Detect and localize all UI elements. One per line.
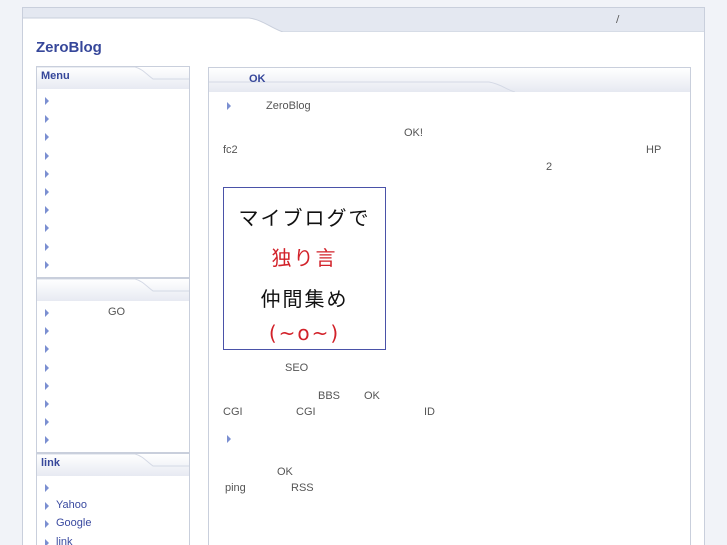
article-header-tab-shape — [209, 81, 516, 92]
arrow-right-icon — [45, 345, 49, 354]
article-number-text: 2 — [546, 161, 553, 173]
arrow-right-icon — [45, 363, 49, 372]
sidebar-menu-item[interactable] — [37, 218, 189, 236]
sidebar-menu-item[interactable] — [37, 237, 189, 255]
banner-line-1: マイブログで — [238, 206, 371, 230]
arrow-right-icon — [45, 418, 49, 427]
sidebar-link-item-google[interactable]: Google — [37, 514, 189, 532]
site-title[interactable]: ZeroBlog — [36, 39, 102, 56]
arrow-right-icon — [45, 187, 49, 196]
sidebar-menu-title: Menu — [41, 70, 70, 82]
arrow-right-icon — [45, 502, 49, 511]
article-hp-text: HP — [646, 144, 662, 156]
arrow-right-icon — [45, 115, 49, 124]
arrow-right-icon — [45, 309, 49, 317]
sidebar-menu-list — [37, 89, 189, 273]
article-brand-text: ZeroBlog — [266, 100, 311, 112]
banner-line-3: 仲間集め — [260, 287, 349, 311]
arrow-right-icon — [45, 224, 49, 233]
article-cgi-text: CGI — [223, 406, 243, 418]
article-rss-text: RSS — [291, 482, 314, 494]
top-bar-separator: / — [616, 14, 620, 25]
sidebar-header-tab-shape — [37, 279, 189, 292]
sidebar-second-header — [37, 279, 189, 301]
sidebar-second-box: GO — [36, 278, 190, 453]
article-title[interactable]: OK — [249, 73, 266, 85]
article-header: OK — [209, 68, 690, 92]
article-ok-text-3: OK — [277, 466, 293, 478]
sidebar-link-item-label: link — [56, 535, 73, 545]
sidebar-second-item[interactable] — [37, 430, 189, 448]
article-ping-text: ping — [225, 482, 246, 494]
arrow-right-icon — [45, 260, 49, 269]
sidebar-menu-item[interactable] — [37, 146, 189, 164]
sidebar-second-item[interactable] — [37, 358, 189, 376]
sidebar-menu-item[interactable] — [37, 127, 189, 145]
sidebar-menu-box: Menu — [36, 66, 190, 278]
sidebar-menu-item[interactable] — [37, 255, 189, 273]
arrow-right-icon — [45, 436, 49, 445]
top-bar: / — [23, 8, 704, 32]
sidebar-link-box: link Yahoo Google link — [36, 453, 190, 545]
article-fc2-text: fc2 — [223, 144, 238, 156]
arrow-right-icon — [45, 169, 49, 178]
sidebar-menu-header: Menu — [37, 67, 189, 89]
blog-banner-image[interactable]: マイブログで 独り言 仲間集め (~o~) — [223, 187, 386, 350]
article-ok-text: OK! — [404, 127, 423, 139]
sidebar-menu-item[interactable] — [37, 109, 189, 127]
arrow-right-icon — [45, 520, 49, 529]
sidebar-second-item[interactable] — [37, 321, 189, 339]
arrow-right-icon — [45, 206, 49, 215]
sidebar-link-item-label: Yahoo — [56, 499, 87, 512]
sidebar-menu-item[interactable] — [37, 182, 189, 200]
top-bar-tab-shape — [23, 8, 704, 32]
sidebar-second-list: GO — [37, 301, 189, 449]
article-bbs-text: BBS — [318, 390, 341, 402]
arrow-right-icon — [227, 435, 231, 443]
arrow-right-icon — [45, 381, 49, 390]
sidebar-second-item[interactable]: GO — [37, 303, 189, 321]
sidebar-second-item[interactable] — [37, 412, 189, 430]
arrow-right-icon — [45, 133, 49, 142]
sidebar-link-header: link — [37, 454, 189, 476]
sidebar-second-item[interactable] — [37, 376, 189, 394]
main-article: OK ZeroBlog OK! fc2 HP 2 マイブログで 独り言 仲間集め… — [208, 67, 691, 545]
arrow-right-icon — [227, 102, 231, 110]
arrow-right-icon — [45, 242, 49, 251]
arrow-right-icon — [45, 327, 49, 336]
sidebar-menu-item[interactable] — [37, 200, 189, 218]
article-cgi-text-2: CGI — [296, 406, 316, 418]
article-seo-text: SEO — [285, 362, 309, 374]
article-id-text: ID — [424, 406, 435, 418]
sidebar-link-item-link[interactable]: link — [37, 533, 189, 545]
banner-line-4: (~o~) — [268, 321, 341, 345]
sidebar-link-title: link — [41, 457, 60, 469]
sidebar-second-item[interactable] — [37, 339, 189, 357]
arrow-right-icon — [45, 484, 49, 492]
article-ok-text-2: OK — [364, 390, 380, 402]
sidebar-link-list: Yahoo Google link — [37, 476, 189, 545]
sidebar-link-item-yahoo[interactable]: Yahoo — [37, 496, 189, 514]
sidebar-menu-item[interactable] — [37, 91, 189, 109]
arrow-right-icon — [45, 538, 49, 545]
arrow-right-icon — [45, 97, 49, 105]
arrow-right-icon — [45, 399, 49, 408]
sidebar-menu-item[interactable] — [37, 164, 189, 182]
go-label[interactable]: GO — [108, 303, 125, 321]
arrow-right-icon — [45, 151, 49, 160]
page-frame: / ZeroBlog Menu GO link Yahoo Google lin… — [22, 7, 705, 545]
sidebar-link-item-label: Google — [56, 517, 92, 530]
sidebar-second-item[interactable] — [37, 394, 189, 412]
banner-line-2: 独り言 — [271, 246, 338, 270]
sidebar-link-item[interactable] — [37, 478, 189, 496]
